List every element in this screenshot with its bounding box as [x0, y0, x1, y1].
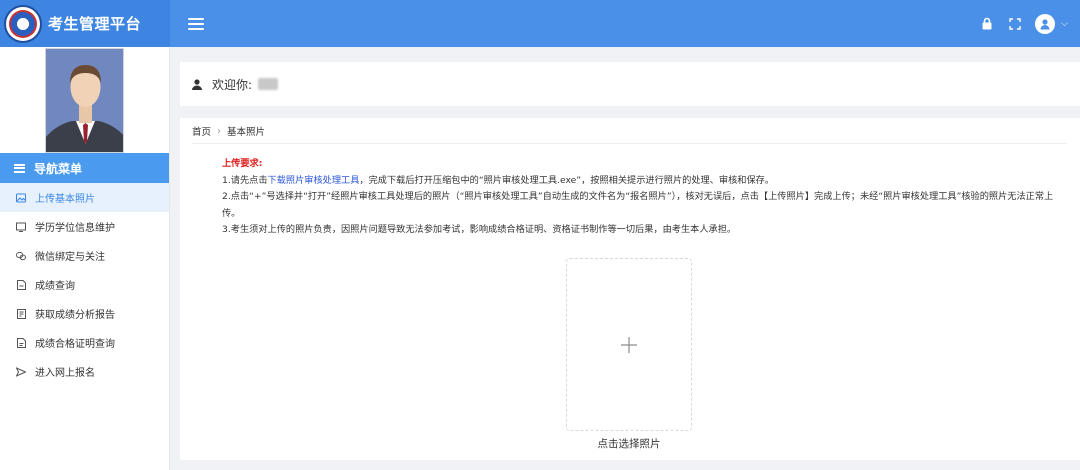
welcome-text: 欢迎你: [212, 77, 253, 92]
user-avatar-icon[interactable] [1035, 13, 1056, 34]
breadcrumb: 首页 › 基本照片 [192, 124, 266, 139]
sidebar-item-score-query[interactable]: 成绩查询 [0, 270, 169, 299]
sidebar-item-label: 上传基本照片 [35, 194, 95, 205]
user-icon [192, 78, 204, 90]
nav-header: 导航菜单 [0, 153, 169, 183]
certificate-icon [16, 337, 26, 348]
report-icon [16, 308, 26, 319]
app-title: 考生管理平台 [48, 15, 142, 33]
requirement-line-2: 2.点击“+”号选择并“打开”经照片审核工具处理后的照片（“照片审核处理工具”自… [222, 191, 1054, 219]
document-icon [16, 279, 26, 290]
lock-icon[interactable] [979, 16, 995, 32]
sidebar-item-certificate[interactable]: 成绩合格证明查询 [0, 328, 169, 357]
content-card: 首页 › 基本照片 上传要求: 1.请先点击下载照片审核处理工具，完成下载后打开… [180, 118, 1080, 460]
sidebar-item-label: 学历学位信息维护 [35, 223, 115, 234]
sidebar-item-label: 获取成绩分析报告 [35, 310, 115, 321]
menu-icon[interactable] [188, 17, 204, 30]
brand: 考生管理平台 [0, 0, 170, 47]
logo-icon [4, 4, 42, 43]
plus-icon [621, 336, 637, 353]
requirements-title: 上传要求: [222, 158, 263, 169]
download-tool-link[interactable]: 下载照片审核处理工具 [268, 175, 360, 186]
image-icon [16, 193, 26, 203]
divider [192, 143, 1067, 144]
sidebar-item-label: 成绩合格证明查询 [35, 339, 115, 350]
sidebar-item-label: 微信绑定与关注 [35, 252, 105, 263]
chevron-down-icon[interactable]: ⌵ [1061, 19, 1068, 29]
breadcrumb-current: 基本照片 [227, 127, 266, 138]
book-icon [16, 222, 26, 232]
nav-title: 导航菜单 [34, 161, 83, 176]
wechat-icon [16, 251, 26, 261]
sidebar: 导航菜单 上传基本照片 学历学位信息维护 微信绑定与关注 成绩查询 获取成绩分析… [0, 47, 170, 470]
upload-caption[interactable]: 点击选择照片 [566, 436, 692, 451]
photo-upload-box[interactable] [566, 258, 692, 431]
welcome-bar: 欢迎你: [180, 62, 1080, 106]
breadcrumb-separator: › [217, 125, 222, 137]
top-right-tools: ⌵ [979, 13, 1080, 34]
send-icon [16, 366, 26, 377]
requirement-line-1: 1.请先点击下载照片审核处理工具，完成下载后打开压缩包中的“照片审核处理工具.e… [222, 174, 775, 186]
sidebar-item-registration[interactable]: 进入网上报名 [0, 357, 169, 386]
username-redacted [258, 78, 279, 90]
sidebar-item-label: 进入网上报名 [35, 368, 95, 379]
sidebar-item-score-report[interactable]: 获取成绩分析报告 [0, 299, 169, 328]
requirement-line-3: 3.考生须对上传的照片负责，因照片问题导致无法参加考试，影响成绩合格证明、资格证… [222, 224, 737, 235]
sidebar-item-upload-photo[interactable]: 上传基本照片 [0, 183, 169, 212]
sidebar-item-education[interactable]: 学历学位信息维护 [0, 212, 169, 241]
menu-icon [14, 163, 25, 173]
photo-area [0, 47, 169, 153]
upload-requirements: 上传要求: 1.请先点击下载照片审核处理工具，完成下载后打开压缩包中的“照片审核… [222, 156, 1062, 239]
top-bar: 考生管理平台 ⌵ [0, 0, 1080, 47]
profile-photo [45, 48, 124, 153]
breadcrumb-home[interactable]: 首页 [192, 124, 211, 138]
sidebar-item-label: 成绩查询 [35, 281, 75, 292]
fullscreen-icon[interactable] [1007, 16, 1023, 32]
sidebar-item-wechat[interactable]: 微信绑定与关注 [0, 241, 169, 270]
